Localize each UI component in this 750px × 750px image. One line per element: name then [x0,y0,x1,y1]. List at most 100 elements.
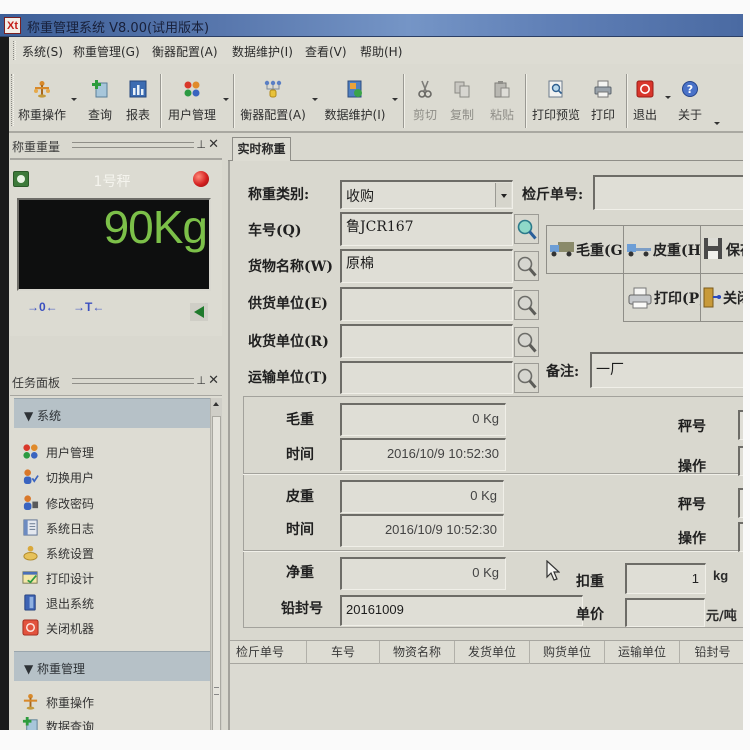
task-item-data-query[interactable]: 数据查询 [22,716,202,730]
chevron-down-icon[interactable] [714,122,720,125]
close-button[interactable]: 关闭 [700,273,743,322]
toolbar-report-button[interactable]: 报表 [124,80,152,128]
section-header-system[interactable]: ▼ 系统 [14,398,210,428]
task-item-shutdown[interactable]: 关闭机器 [22,618,202,638]
system-settings-icon [23,545,38,561]
menu-system[interactable]: 系统(S) [22,43,63,60]
chevron-down-icon[interactable] [392,98,398,101]
toolbar-paste-button[interactable]: 粘贴 [488,80,516,128]
users-icon [23,444,38,459]
menu-grip[interactable] [13,41,16,60]
records-table-body[interactable] [230,664,743,730]
task-item-print-design[interactable]: 打印设计 [22,568,202,588]
tare-weigh-button[interactable]: 皮重(H) [623,225,701,274]
task-item-system-settings[interactable]: 系统设置 [22,543,202,563]
column-header-transport[interactable]: 运输单位 [605,641,680,664]
scale-panel-title: 称重重量 [12,140,61,154]
panel-grip[interactable] [72,142,194,148]
gross-time-label: 时间 [286,447,314,463]
exit-icon [636,80,654,98]
pin-icon[interactable]: ⊥ [196,374,206,387]
chevron-down-icon[interactable] [71,98,77,101]
scale-panel-header: 称重重量 ⊥ ✕ [10,137,222,155]
chevron-down-icon[interactable] [223,98,229,101]
tab-realtime-weighing[interactable]: 实时称重 [232,137,291,161]
connect-icon[interactable] [13,171,29,187]
column-header-buyer[interactable]: 购货单位 [530,641,605,664]
toolbar-weighing-operation-button[interactable]: 称重操作 [14,80,70,128]
supplier-input[interactable] [340,287,513,321]
transport-search-button[interactable] [514,363,539,393]
close-icon[interactable]: ✕ [208,137,219,152]
goods-search-button[interactable] [514,251,539,281]
toolbar-scale-config-button[interactable]: 衡器配置(A) [238,80,308,128]
tare-operator-field [738,522,743,552]
menu-scale-config[interactable]: 衡器配置(A) [152,43,218,60]
menu-help[interactable]: 帮助(H) [360,43,402,60]
app-icon: Xt [4,17,21,34]
pin-icon[interactable]: ⊥ [196,138,206,151]
chevron-down-icon[interactable] [495,183,511,207]
transport-input[interactable] [340,361,513,394]
receiver-search-button[interactable] [514,327,539,357]
toolbar-print-button[interactable]: 打印 [589,80,617,128]
toolbar-query-button[interactable]: 查询 [86,80,114,128]
save-button[interactable]: 保存 [700,225,743,274]
column-header-shipper[interactable]: 发货单位 [455,641,530,664]
menu-weighing-management[interactable]: 称重管理(G) [73,43,140,60]
receiver-input[interactable] [340,324,513,358]
goods-input[interactable]: 原棉 [340,249,513,283]
task-item-change-password[interactable]: 修改密码 [22,493,202,513]
toolbar-data-maintenance-button[interactable]: 数据维护(I) [320,80,390,128]
column-header-ticket-no[interactable]: 检斤单号 [230,641,307,664]
close-icon[interactable]: ✕ [208,373,219,388]
task-item-user-management[interactable]: 用户管理 [22,442,202,462]
paste-icon [494,81,510,98]
unit-price-input[interactable] [625,598,705,627]
menu-view[interactable]: 查看(V) [305,43,347,60]
remark-input[interactable]: 一厂 [590,352,743,388]
seal-no-input[interactable]: 20161009 [340,595,583,626]
column-header-seal-no[interactable]: 铅封号 [680,641,743,664]
task-panel-scrollbar[interactable] [210,398,222,730]
column-header-material[interactable]: 物资名称 [380,641,455,664]
toolbar-print-preview-button[interactable]: 打印预览 [530,80,582,128]
plate-input[interactable]: 鲁JCR167 [340,212,513,246]
panel-grip[interactable] [72,378,194,384]
toolbar-cut-button[interactable]: 剪切 [411,80,439,128]
scroll-up-icon[interactable] [213,402,219,406]
print-button[interactable]: 打印(P) [623,273,701,322]
chevron-down-icon[interactable] [665,96,671,99]
task-item-system-log[interactable]: 系统日志 [22,518,202,538]
toolbar-exit-button[interactable]: 退出 [631,80,659,128]
truck-icon [550,242,574,257]
deduction-label: 扣重 [576,574,604,590]
tare-weigh-label: 皮重(H) [653,243,701,259]
zero-button[interactable]: →0← [27,300,58,314]
deduction-input[interactable]: 1 [625,563,706,594]
weigh-type-select[interactable]: 收购 [340,180,513,209]
plate-search-button[interactable] [514,214,539,244]
collapse-button[interactable] [190,303,208,321]
section-title: ▼ 称重管理 [24,662,86,676]
column-header-plate[interactable]: 车号 [307,641,380,664]
supplier-search-button[interactable] [514,290,539,320]
menu-data-maintenance[interactable]: 数据维护(I) [232,43,293,60]
gross-weigh-button[interactable]: 毛重(G) [546,225,624,274]
toolbar-user-management-button[interactable]: 用户管理 [165,80,219,128]
title-bar: Xt 称重管理系统 V8.00(试用版本) [0,14,743,37]
chevron-down-icon[interactable] [312,98,318,101]
section-header-weighing-management[interactable]: ▼ 称重管理 [14,651,210,681]
photo-border-top [0,0,750,14]
task-item-label: 退出系统 [46,597,95,611]
ticket-no-input[interactable] [593,175,743,210]
toolbar-copy-button[interactable]: 复制 [448,80,476,128]
toolbar-about-button[interactable]: ? 关于 [676,80,704,128]
task-item-weighing-operation[interactable]: 称重操作 [22,692,202,712]
task-item-switch-user[interactable]: 切换用户 [22,467,202,487]
print-preview-icon [548,80,563,98]
records-table-header: 检斤单号 车号 物资名称 发货单位 购货单位 运输单位 铅封号 [230,640,743,664]
tare-button[interactable]: →T← [73,300,104,314]
scrollbar-thumb[interactable] [212,416,221,730]
task-item-logout[interactable]: 退出系统 [22,593,202,613]
